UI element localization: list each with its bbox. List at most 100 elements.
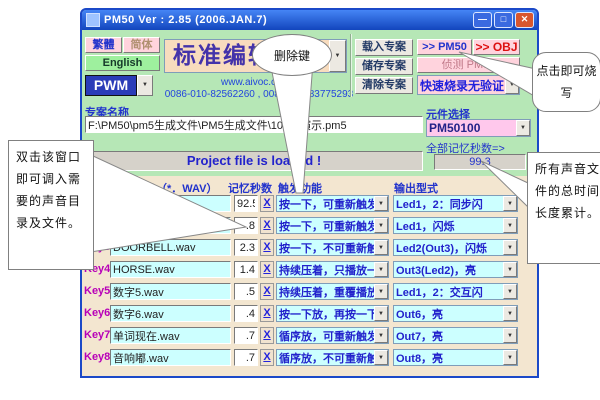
table-row: Key4 X 持续压着，只播放一次▼ Out3(Led2)，亮▼ [82, 261, 537, 278]
load-project-button[interactable]: 载入专案 [355, 39, 413, 56]
seconds-field[interactable] [234, 283, 258, 300]
seconds-field[interactable] [234, 239, 258, 256]
output-dropdown-icon[interactable]: ▼ [503, 284, 517, 299]
delete-sound-button[interactable]: X [260, 261, 274, 278]
delete-sound-button[interactable]: X [260, 305, 274, 322]
component-dropdown-icon[interactable]: ▼ [516, 120, 530, 136]
delete-sound-button[interactable]: X [260, 327, 274, 344]
trigger-dropdown-icon[interactable]: ▼ [374, 262, 388, 277]
column-header-output: 输出型式 [394, 180, 438, 196]
write-pm50-button[interactable]: >> PM50 [417, 39, 472, 55]
burn-mode-combo[interactable]: 快速烧录无验证 ▼ [417, 75, 520, 95]
output-value: Out6，亮 [394, 306, 503, 322]
trigger-combo[interactable]: 按一下，不可重新触发▼ [276, 239, 389, 256]
output-combo[interactable]: Out6，亮▼ [393, 305, 518, 322]
output-dropdown-icon[interactable]: ▼ [503, 262, 517, 277]
clear-project-button[interactable]: 清除专案 [355, 77, 413, 94]
filename-field[interactable] [110, 327, 231, 344]
trigger-combo[interactable]: 循序放，不可重新触发▼ [276, 349, 389, 366]
project-path-field[interactable] [85, 116, 423, 133]
output-dropdown-icon[interactable]: ▼ [503, 240, 517, 255]
minimize-icon[interactable]: — [473, 12, 492, 28]
output-combo[interactable]: Out7，亮▼ [393, 327, 518, 344]
detect-pm50-button[interactable]: 侦测 PM50 [417, 57, 520, 73]
callout-delete-key: 删除键 [252, 34, 332, 76]
output-value: Led2(Out3)，闪烁 [394, 240, 503, 256]
seconds-field[interactable] [234, 261, 258, 278]
delete-sound-button[interactable]: X [260, 283, 274, 300]
key-label: Key8 [84, 351, 110, 363]
lang-traditional-button[interactable]: 繁體 [85, 37, 122, 53]
pwm-mode-value[interactable]: PWM [85, 75, 137, 96]
lang-simplified-button[interactable]: 简体 [123, 37, 160, 53]
callout-burn-hint: 点击即可烧写 [532, 52, 600, 112]
delete-sound-button[interactable]: X [260, 195, 274, 212]
trigger-value: 按一下，不可重新触发 [277, 240, 374, 256]
output-combo[interactable]: Led2(Out3)，闪烁▼ [393, 239, 518, 256]
app-icon [86, 13, 100, 27]
trigger-combo[interactable]: 按一下，可重新触发▼ [276, 217, 389, 234]
output-combo[interactable]: Out3(Led2)，亮▼ [393, 261, 518, 278]
website-link[interactable]: www.aivoc.com [164, 77, 347, 88]
trigger-dropdown-icon[interactable]: ▼ [374, 350, 388, 365]
output-value: Led1，闪烁 [394, 218, 503, 234]
output-value: Out8，亮 [394, 350, 503, 366]
trigger-combo[interactable]: 持续压着，重覆播放▼ [276, 283, 389, 300]
trigger-combo[interactable]: 按一下，可重新触发▼ [276, 195, 389, 212]
filename-field[interactable] [110, 239, 231, 256]
table-row: Key7 X 循序放，可重新触发▼ Out7，亮▼ [82, 327, 537, 344]
output-combo[interactable]: Led1，2：同步闪▼ [393, 195, 518, 212]
trigger-dropdown-icon[interactable]: ▼ [374, 306, 388, 321]
seconds-field[interactable] [234, 327, 258, 344]
delete-sound-button[interactable]: X [260, 349, 274, 366]
trigger-dropdown-icon[interactable]: ▼ [374, 284, 388, 299]
trigger-dropdown-icon[interactable]: ▼ [374, 240, 388, 255]
phone-numbers: 0086-010-82562260 , 0086-755-83775293 [144, 89, 374, 100]
output-combo[interactable]: Out8，亮▼ [393, 349, 518, 366]
seconds-field[interactable] [234, 305, 258, 322]
trigger-dropdown-icon[interactable]: ▼ [374, 196, 388, 211]
close-icon[interactable]: ✕ [515, 12, 534, 28]
filename-field[interactable] [110, 195, 231, 212]
table-row: Key5 X 持续压着，重覆播放▼ Led1，2：交互闪▼ [82, 283, 537, 300]
output-combo[interactable]: Led1，闪烁▼ [393, 217, 518, 234]
write-obj-button[interactable]: >> OBJ [473, 39, 520, 55]
output-dropdown-icon[interactable]: ▼ [503, 196, 517, 211]
seconds-field[interactable] [234, 217, 258, 234]
status-bar: Project file is loaded ! [85, 151, 423, 171]
callout-load-sound-hint: 双击该窗口即可调入需要的声音目录及文件。 [8, 140, 94, 270]
callout-total-time-hint: 所有声音文件的总时间长度累计。 [527, 152, 600, 264]
table-row: Key2 X 按一下，可重新触发▼ Led1，闪烁▼ [82, 217, 537, 234]
output-value: Out7，亮 [394, 328, 503, 344]
trigger-value: 持续压着，只播放一次 [277, 262, 374, 278]
burn-mode-dropdown-icon[interactable]: ▼ [505, 76, 519, 94]
filename-field[interactable] [110, 349, 231, 366]
title-bar[interactable]: PM50 Ver : 2.85 (2006.JAN.7) — □ ✕ [82, 10, 537, 30]
component-combo[interactable]: PM50100 ▼ [426, 119, 531, 137]
english-button[interactable]: English [85, 55, 160, 71]
filename-field[interactable] [110, 305, 231, 322]
filename-field[interactable] [110, 283, 231, 300]
trigger-value: 持续压着，重覆播放 [277, 284, 374, 300]
output-dropdown-icon[interactable]: ▼ [503, 218, 517, 233]
delete-sound-button[interactable]: X [260, 239, 274, 256]
seconds-field[interactable] [234, 349, 258, 366]
output-dropdown-icon[interactable]: ▼ [503, 350, 517, 365]
burn-mode-value: 快速烧录无验证 [418, 77, 505, 94]
output-combo[interactable]: Led1，2：交互闪▼ [393, 283, 518, 300]
filename-field[interactable] [110, 261, 231, 278]
delete-sound-button[interactable]: X [260, 217, 274, 234]
trigger-combo[interactable]: 持续压着，只播放一次▼ [276, 261, 389, 278]
output-dropdown-icon[interactable]: ▼ [503, 306, 517, 321]
save-project-button[interactable]: 储存专案 [355, 58, 413, 75]
trigger-combo[interactable]: 按一下放，再按一下停▼ [276, 305, 389, 322]
output-dropdown-icon[interactable]: ▼ [503, 328, 517, 343]
trigger-combo[interactable]: 循序放，可重新触发▼ [276, 327, 389, 344]
filename-field[interactable] [110, 217, 231, 234]
trigger-dropdown-icon[interactable]: ▼ [374, 218, 388, 233]
table-row: Key1 X 按一下，可重新触发▼ Led1，2：同步闪▼ [82, 195, 537, 212]
trigger-dropdown-icon[interactable]: ▼ [374, 328, 388, 343]
seconds-field[interactable] [234, 195, 258, 212]
window-content: 繁體 简体 English PWM ▼ 标准编辑 ▼ www.aivoc.com… [82, 30, 537, 376]
maximize-icon[interactable]: □ [494, 12, 513, 28]
